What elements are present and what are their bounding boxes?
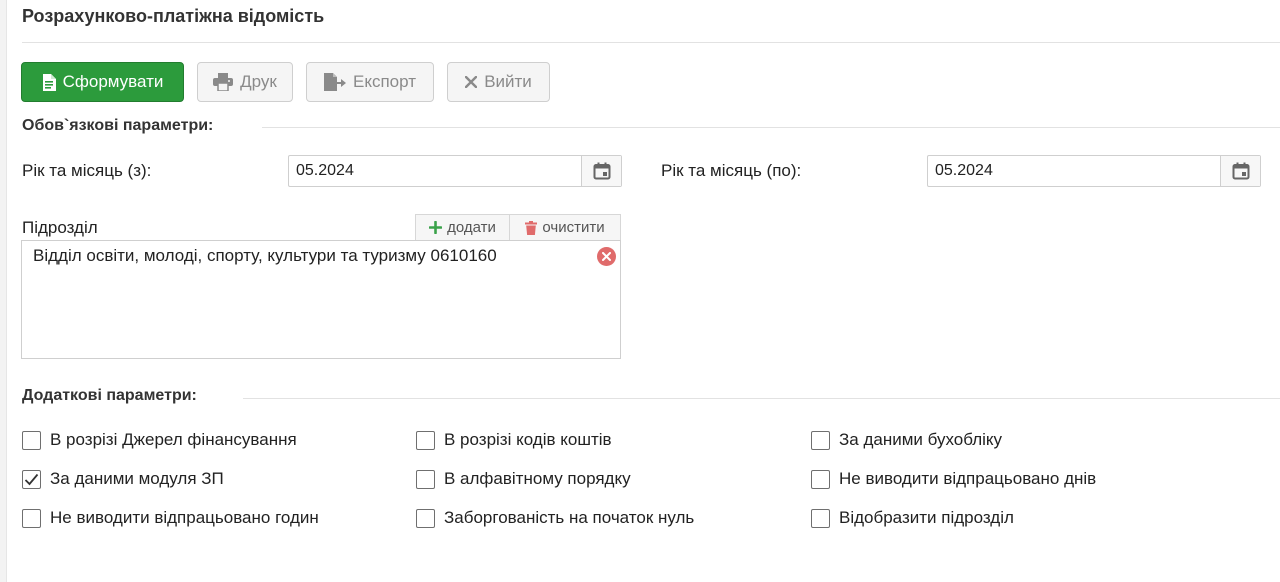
option-label: В алфавітному порядку [444,469,631,488]
exit-button-label: Вийти [484,72,532,91]
date-to-input[interactable]: 05.2024 [927,155,1261,187]
close-icon [465,76,478,88]
option-label: Заборгованість на початок нуль [444,508,695,527]
option-salary-module-data[interactable]: За даними модуля ЗП [22,469,224,489]
checkbox[interactable] [811,508,830,528]
date-from-value: 05.2024 [296,162,354,179]
checkbox[interactable] [416,469,435,489]
checkbox[interactable] [416,430,435,450]
checkbox-checked[interactable] [22,469,41,489]
required-params-title: Обов`язкові параметри: [22,117,214,134]
date-to-calendar-button[interactable] [1220,156,1260,186]
list-item[interactable]: Відділ освіти, молоді, спорту, культури … [22,241,620,271]
export-button-label: Експорт [353,72,416,91]
checkbox[interactable] [811,430,830,450]
remove-item-icon[interactable] [597,247,616,266]
checkbox[interactable] [22,430,41,450]
date-to-label: Рік та місяць (по): [661,161,802,180]
export-icon [324,73,346,91]
required-params-divider [262,127,1280,128]
option-hide-worked-hours[interactable]: Не виводити відпрацьовано годин [22,508,319,528]
checkbox[interactable] [416,508,435,528]
clear-division-button[interactable]: очистити [509,214,621,241]
clear-division-label: очистити [542,219,605,236]
option-label: В розрізі кодів коштів [444,430,612,449]
option-label: За даними бухобліку [839,430,1003,449]
checkbox[interactable] [22,508,41,528]
left-edge-panel [0,0,7,582]
option-by-fund-codes[interactable]: В розрізі кодів коштів [416,430,612,450]
option-label: Не виводити відпрацьовано годин [50,508,319,527]
option-show-division[interactable]: Відобразити підрозділ [811,508,1014,528]
checkmark-icon [24,473,39,485]
additional-params-title: Додаткові параметри: [22,387,197,404]
export-button[interactable]: Експорт [306,62,434,102]
option-by-funding-sources[interactable]: В розрізі Джерел фінансування [22,430,297,450]
additional-params-divider [243,398,1280,399]
date-to-value: 05.2024 [935,162,993,179]
division-item-text: Відділ освіти, молоді, спорту, культури … [33,246,497,265]
calendar-icon [593,162,610,180]
option-label: За даними модуля ЗП [50,469,224,488]
checkbox[interactable] [811,469,830,489]
option-label: В розрізі Джерел фінансування [50,430,297,449]
add-division-label: додати [447,219,496,236]
form-button[interactable]: Сформувати [21,62,184,102]
form-button-label: Сформувати [62,72,164,91]
page-title: Розрахунково-платіжна відомість [22,6,325,26]
division-list[interactable]: Відділ освіти, молоді, спорту, культури … [21,240,621,359]
exit-button[interactable]: Вийти [447,62,550,102]
print-button-label: Друк [240,72,277,91]
division-label: Підрозділ [22,218,98,237]
date-from-label: Рік та місяць (з): [22,161,152,180]
plus-icon [429,221,443,234]
date-from-calendar-button[interactable] [581,156,621,186]
print-button[interactable]: Друк [197,62,293,102]
date-from-input[interactable]: 05.2024 [288,155,622,187]
option-accounting-data[interactable]: За даними бухобліку [811,430,1002,450]
option-label: Не виводити відпрацьовано днів [839,469,1097,488]
trash-icon [525,220,538,235]
add-division-button[interactable]: додати [415,214,510,241]
option-zero-opening-debt[interactable]: Заборгованість на початок нуль [416,508,694,528]
document-icon [42,73,56,91]
calendar-icon [1232,162,1249,180]
title-divider [22,42,1280,43]
option-label: Відобразити підрозділ [839,508,1014,527]
option-hide-worked-days[interactable]: Не виводити відпрацьовано днів [811,469,1096,489]
printer-icon [213,73,234,91]
option-alphabetical-order[interactable]: В алфавітному порядку [416,469,631,489]
